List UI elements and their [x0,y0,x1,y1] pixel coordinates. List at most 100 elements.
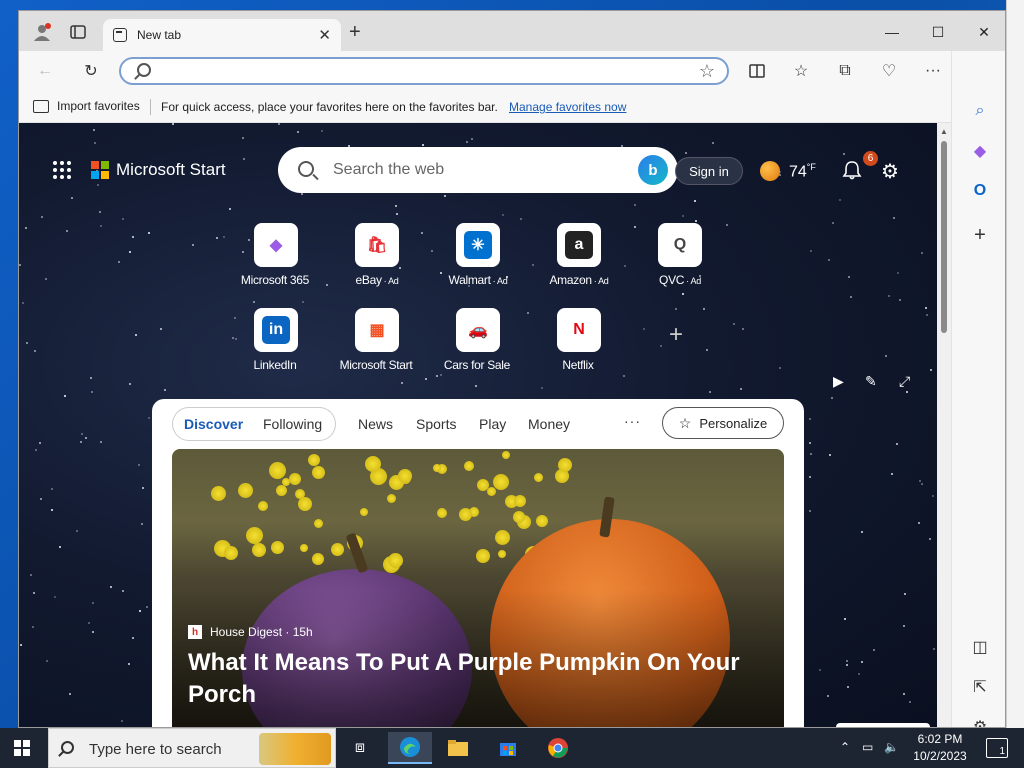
new-tab-button[interactable]: + [349,22,361,42]
tab-following[interactable]: Following [263,416,322,432]
search-highlight-image [259,733,331,765]
volume-icon[interactable]: 🔈 [884,740,899,754]
star-dot [809,510,811,512]
article-headline[interactable]: What It Means To Put A Purple Pumpkin On… [188,647,748,711]
scrollbar-thumb[interactable] [941,141,947,333]
quick-link-netflix[interactable]: N Netflix [534,308,624,372]
sidebar-add-icon[interactable]: + [968,223,992,247]
maximize-button[interactable]: ☐ [915,21,961,43]
star-dot [223,236,225,238]
sidebar-external-link-icon[interactable]: ⇱ [968,675,992,699]
star-dot [51,509,53,511]
tab-actions-icon[interactable] [67,21,89,43]
ms-start-title[interactable]: Microsoft Start [116,160,226,180]
divider [150,99,151,115]
quick-link-amazon[interactable]: a Amazon · Ad [534,223,624,287]
sign-in-button[interactable]: Sign in [675,157,743,185]
customize-background-icon[interactable]: ✎ [865,373,877,390]
star-dot [827,695,829,697]
tab-discover[interactable]: Discover [184,416,243,432]
favorite-star-icon[interactable]: ☆ [699,61,715,82]
bing-chat-icon[interactable]: b [638,155,668,185]
import-favorites-button[interactable]: Import favorites [33,99,140,113]
back-icon[interactable]: ← [33,59,57,83]
refresh-icon[interactable]: ↻ [79,59,103,83]
system-clock[interactable]: 6:02 PM 10/2/2023 [910,731,970,765]
file-explorer-icon[interactable] [436,732,480,764]
star-dot [41,216,43,218]
manage-favorites-link[interactable]: Manage favorites now [509,100,626,114]
quick-link-glyph: 🚗 [468,322,488,339]
tab-sports[interactable]: Sports [416,416,456,432]
action-center-icon[interactable]: 1 [986,738,1008,758]
collections-icon[interactable]: ⧉ [833,59,857,83]
sidebar-settings-icon[interactable]: ⚙ [968,715,992,727]
app-launcher-icon[interactable] [53,161,71,179]
favorites-icon[interactable]: ☆ [789,59,813,83]
flower [398,469,412,483]
page-scrollbar[interactable]: ▲ [937,123,951,727]
close-window-button[interactable]: ✕ [961,21,1005,43]
web-search-box[interactable]: Search the web b [278,147,678,193]
address-bar[interactable]: ☆ [119,57,729,85]
microsoft-store-icon[interactable] [486,732,530,764]
star-dot [809,442,811,444]
show-hidden-icons-icon[interactable]: ⌃ [840,740,850,754]
close-tab-icon[interactable]: ✕ [318,26,331,44]
sidebar-search-icon[interactable]: ⌕ [968,99,992,123]
star-dot [138,464,140,466]
sidebar-outlook-icon[interactable]: O [968,179,992,203]
quick-link-microsoft-start[interactable]: ▦ Microsoft Start [332,308,422,372]
network-icon[interactable]: ▭ [862,740,873,754]
star-dot [66,230,68,232]
star-dot [930,369,932,371]
chrome-icon[interactable] [536,732,580,764]
temperature[interactable]: 74°F [789,162,816,181]
taskbar-search-input[interactable]: Type here to search [89,741,222,758]
quick-link-qvc[interactable]: Q QVC · Ad [635,223,725,287]
add-quick-link-button[interactable]: + [669,321,683,349]
star-dot [40,498,42,500]
more-tabs-button[interactable]: ··· [624,413,641,429]
edge-taskbar-icon[interactable] [388,732,432,764]
settings-more-icon[interactable]: ··· [921,59,945,83]
import-favorites-label: Import favorites [57,99,140,113]
quick-link-walmart[interactable]: ✳ Walmart · Ad [433,223,523,287]
tab-news[interactable]: News [358,416,393,432]
sidebar-hide-icon[interactable]: ◫ [968,635,992,659]
flower [271,541,284,554]
navigation-bar: ← ↻ ☆ ☆ ⧉ ♡ ··· b [19,51,1005,91]
tab-bar: New tab ✕ + — ☐ ✕ [19,11,1005,51]
page-settings-gear-icon[interactable]: ⚙ [881,159,899,184]
tab-new-tab[interactable]: New tab ✕ [103,19,341,51]
quick-link-cars-for-sale[interactable]: 🚗 Cars for Sale [433,308,523,372]
weather-icon[interactable] [760,161,780,181]
quick-link-label: Microsoft Start [332,358,422,372]
quick-link-ebay[interactable]: 🛍 eBay · Ad [332,223,422,287]
play-background-icon[interactable]: ▶ [833,373,844,390]
star-dot [819,669,821,671]
start-button[interactable] [14,740,30,756]
tab-money[interactable]: Money [528,416,570,432]
browser-essentials-icon[interactable]: ♡ [877,59,901,83]
star-dot [396,213,398,215]
star-dot [643,328,645,330]
split-screen-icon[interactable] [745,59,769,83]
featured-article[interactable]: h House Digest · 15h What It Means To Pu… [172,449,784,727]
web-search-input[interactable]: Search the web [333,161,444,179]
quick-link-microsoft-365[interactable]: ◆ Microsoft 365 [231,223,321,287]
taskbar-search-box[interactable]: Type here to search [48,728,336,768]
personalize-button[interactable]: ☆ Personalize [662,407,784,439]
minimize-button[interactable]: — [869,21,915,43]
tab-play[interactable]: Play [479,416,506,432]
task-view-icon[interactable]: ⧈ [338,732,382,764]
star-dot [858,673,860,675]
expand-background-icon[interactable]: ⤢ [899,373,910,390]
scroll-up-arrow-icon[interactable]: ▲ [940,127,948,136]
ad-marker: · Ad [492,276,508,286]
flower [513,511,525,523]
quick-link-linkedin[interactable]: in LinkedIn [231,308,321,372]
notifications-bell-icon[interactable] [841,159,865,183]
profile-icon[interactable] [31,21,53,43]
sidebar-microsoft365-icon[interactable]: ◆ [968,139,992,163]
